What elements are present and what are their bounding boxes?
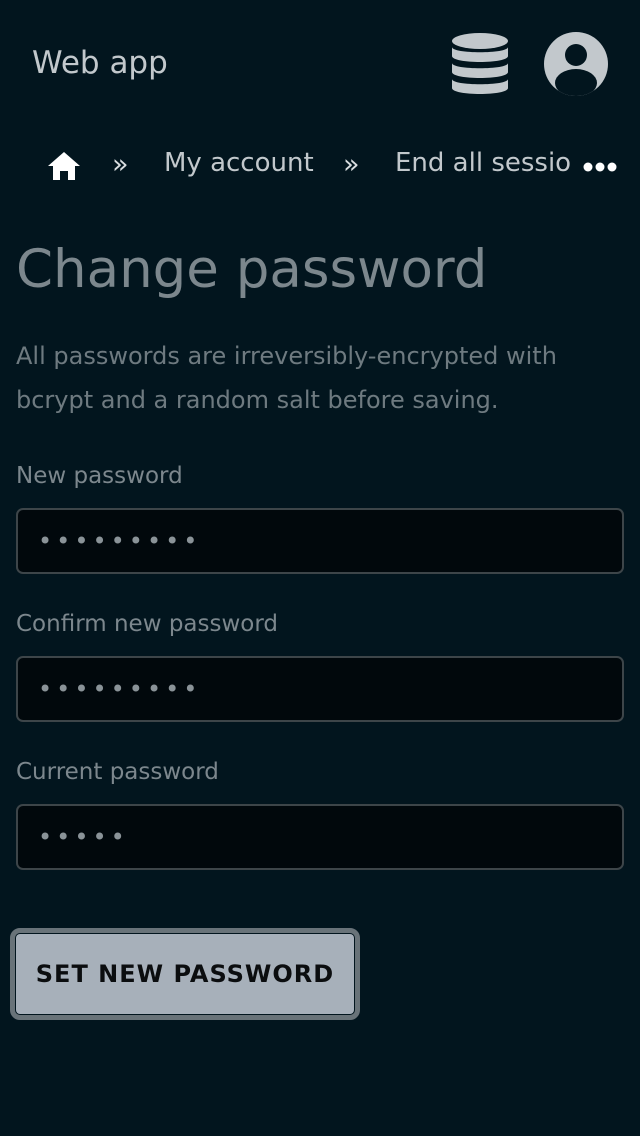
confirm-password-input[interactable] — [16, 656, 624, 722]
set-new-password-button[interactable]: SET NEW PASSWORD — [16, 934, 354, 1014]
page: Web app » My account » End all sessio Ch… — [0, 0, 640, 1136]
database-icon — [452, 33, 508, 94]
user-account-button[interactable] — [542, 30, 610, 98]
more-horizontal-icon — [583, 162, 617, 172]
current-password-label: Current password — [16, 759, 219, 785]
breadcrumb-more-button[interactable] — [580, 152, 620, 182]
new-password-input[interactable] — [16, 508, 624, 574]
breadcrumb-separator: » — [343, 149, 360, 180]
new-password-label: New password — [16, 463, 183, 489]
breadcrumb-current: End all sessions — [395, 148, 570, 178]
account-circle-icon — [544, 32, 608, 96]
confirm-password-label: Confirm new password — [16, 611, 279, 637]
page-title: Change password — [16, 239, 488, 300]
breadcrumb-separator: » — [112, 149, 129, 180]
breadcrumb-my-account[interactable]: My account — [164, 146, 314, 180]
home-icon — [48, 152, 80, 180]
current-password-input[interactable] — [16, 804, 624, 870]
breadcrumb-home[interactable] — [46, 149, 82, 183]
database-button[interactable] — [448, 30, 512, 98]
breadcrumb: » My account » End all sessions — [0, 140, 640, 190]
page-description: All passwords are irreversibly-encrypted… — [16, 342, 557, 414]
submit-focus-ring: SET NEW PASSWORD — [10, 928, 360, 1020]
app-title[interactable]: Web app — [32, 42, 168, 84]
